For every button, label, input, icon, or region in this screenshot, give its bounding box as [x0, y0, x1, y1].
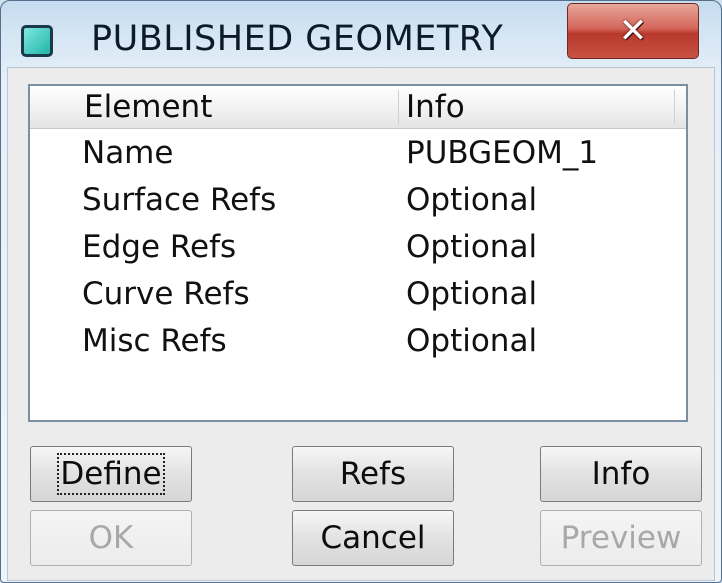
- row-info: Optional: [406, 182, 538, 218]
- row-element: Edge Refs: [82, 229, 237, 265]
- refs-button[interactable]: Refs: [292, 446, 454, 502]
- row-element: Misc Refs: [82, 323, 227, 359]
- define-button-label: Define: [57, 453, 165, 495]
- element-list[interactable]: Element Info Name PUBGEOM_1 Surface Refs…: [28, 84, 688, 422]
- row-element: Curve Refs: [82, 276, 250, 312]
- row-info: Optional: [406, 276, 538, 312]
- info-button-label: Info: [591, 456, 651, 492]
- table-row[interactable]: Edge Refs Optional: [30, 229, 686, 275]
- table-row[interactable]: Surface Refs Optional: [30, 182, 686, 228]
- refs-button-label: Refs: [339, 456, 407, 492]
- ok-button-label: OK: [88, 520, 134, 556]
- list-header: Element Info: [30, 86, 686, 129]
- window-title: PUBLISHED GEOMETRY: [91, 19, 504, 59]
- row-info: Optional: [406, 229, 538, 265]
- dialog-body: Element Info Name PUBGEOM_1 Surface Refs…: [7, 67, 715, 581]
- column-header-info[interactable]: Info: [406, 89, 465, 125]
- row-element: Surface Refs: [82, 182, 277, 218]
- preview-button-label: Preview: [560, 520, 682, 556]
- row-element: Name: [82, 135, 174, 171]
- define-button[interactable]: Define: [30, 446, 192, 502]
- table-row[interactable]: Misc Refs Optional: [30, 323, 686, 369]
- table-row[interactable]: Curve Refs Optional: [30, 276, 686, 322]
- ok-button[interactable]: OK: [30, 510, 192, 566]
- row-info: Optional: [406, 323, 538, 359]
- row-info: PUBGEOM_1: [406, 135, 599, 171]
- cancel-button[interactable]: Cancel: [292, 510, 454, 566]
- table-row[interactable]: Name PUBGEOM_1: [30, 135, 686, 181]
- column-header-element[interactable]: Element: [84, 89, 212, 125]
- close-button[interactable]: ✕: [567, 3, 699, 59]
- column-divider[interactable]: [674, 90, 675, 124]
- preview-button[interactable]: Preview: [540, 510, 702, 566]
- cancel-button-label: Cancel: [320, 520, 426, 556]
- column-divider[interactable]: [398, 90, 399, 124]
- close-icon: ✕: [618, 11, 648, 51]
- dialog-geometry-icon: [21, 25, 53, 57]
- info-button[interactable]: Info: [540, 446, 702, 502]
- dialog-window: PUBLISHED GEOMETRY ✕ Element Info Name P…: [0, 0, 722, 583]
